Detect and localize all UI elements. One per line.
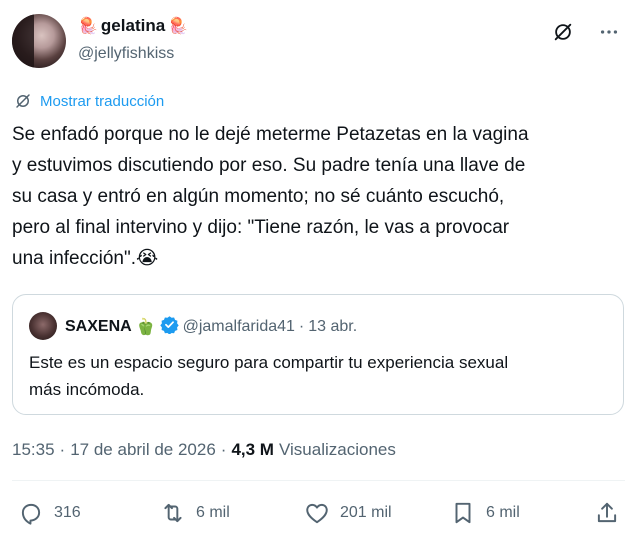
meta-separator: · — [220, 440, 227, 459]
name-emoji-right: 🪼 — [168, 18, 189, 35]
reply-icon — [18, 500, 44, 526]
tweet-text-line: Se enfadó porque no le dejé meterme Peta… — [12, 124, 529, 145]
views-label: Visualizaciones — [278, 440, 396, 459]
tweet-meta: 15:35 · 17 de abril de 2026 · 4,3 M Visu… — [12, 440, 396, 460]
tweet-date[interactable]: 17 de abril de 2026 — [70, 440, 216, 460]
quoted-handle[interactable]: @jamalfarida41 — [183, 318, 295, 336]
more-icon[interactable] — [597, 20, 621, 44]
tweet-actions: 316 6 mil 201 mil 6 mil — [18, 500, 624, 534]
reply-count: 316 — [54, 504, 81, 521]
like-count: 201 mil — [340, 504, 392, 521]
tweet-text-line: y estuvimos discutiendo por eso. Su padr… — [12, 155, 526, 176]
bookmark-icon — [450, 500, 476, 526]
quoted-text: Este es un espacio seguro para compartir… — [29, 349, 619, 403]
translate-link[interactable]: Mostrar traducción — [14, 92, 164, 110]
author-display-name[interactable]: gelatina — [101, 16, 165, 36]
author-handle[interactable]: @jellyfishkiss — [78, 45, 174, 63]
translate-label: Mostrar traducción — [40, 92, 165, 110]
quoted-text-line: Este es un espacio seguro para compartir… — [29, 353, 509, 372]
reply-button[interactable]: 316 — [18, 500, 81, 526]
tweet-time[interactable]: 15:35 — [12, 440, 55, 460]
bookmark-count: 6 mil — [486, 504, 520, 521]
tweet-text: Se enfadó porque no le dejé meterme Peta… — [12, 119, 624, 274]
verified-badge-icon — [159, 315, 179, 339]
tweet-text-line: pero al final intervino y dijo: "Tiene r… — [12, 217, 510, 238]
name-emoji-left: 🪼 — [78, 18, 98, 35]
tweet-text-line: una infección".😭 — [12, 248, 159, 269]
like-icon — [304, 500, 330, 526]
author-name-row[interactable]: 🪼 gelatina 🪼 — [78, 16, 188, 36]
quoted-display-name[interactable]: SAXENA — [65, 318, 132, 336]
tweet-avatar[interactable] — [12, 14, 66, 68]
tweet-text-line: su casa y entró en algún momento; no sé … — [12, 186, 505, 207]
share-button[interactable] — [594, 500, 620, 526]
grok-icon[interactable] — [551, 20, 575, 44]
meta-separator: · — [298, 318, 305, 335]
meta-separator: · — [59, 440, 66, 459]
translate-icon — [14, 92, 32, 110]
quoted-date[interactable]: 13 abr. — [308, 318, 357, 336]
repost-icon — [160, 500, 186, 526]
views-count: 4,3 M — [231, 440, 274, 459]
repost-count: 6 mil — [196, 504, 230, 521]
repost-button[interactable]: 6 mil — [160, 500, 230, 526]
bookmark-button[interactable]: 6 mil — [450, 500, 520, 526]
quoted-text-line: más incómoda. — [29, 380, 145, 399]
like-button[interactable]: 201 mil — [304, 500, 392, 526]
share-icon — [594, 500, 620, 526]
quoted-name-emoji: 🫑 — [135, 319, 156, 336]
quoted-tweet[interactable]: SAXENA 🫑 @jamalfarida41 · 13 abr. Este e… — [12, 294, 624, 415]
quoted-avatar[interactable] — [29, 312, 57, 340]
divider — [12, 480, 625, 481]
